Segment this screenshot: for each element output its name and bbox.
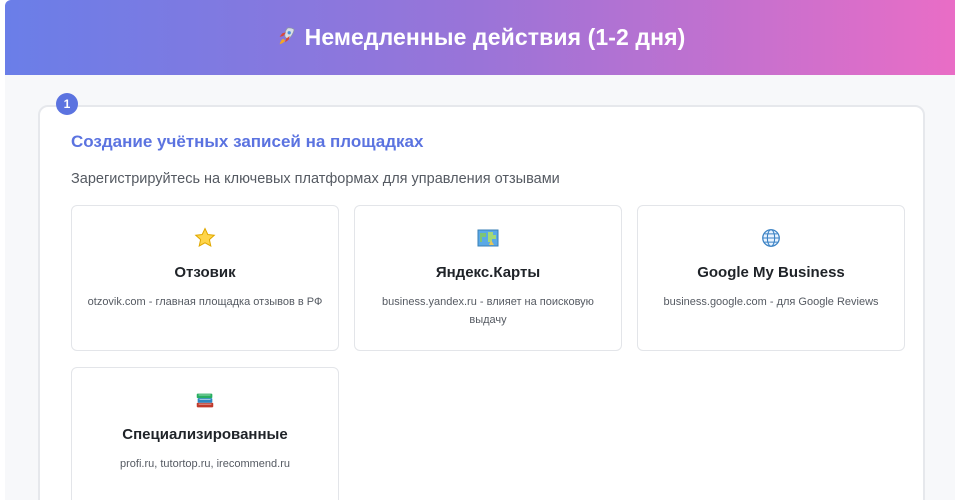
platform-description: business.google.com - для Google Reviews — [663, 296, 879, 308]
platform-description: otzovik.com - главная площадка отзывов в… — [87, 296, 323, 308]
step-number-badge: 1 — [56, 93, 78, 115]
section-header: Немедленные действия (1-2 дня) — [5, 0, 955, 75]
platform-card-otzovik[interactable]: Отзовик otzovik.com - главная площадка о… — [71, 205, 339, 351]
section-header-title: Немедленные действия (1-2 дня) — [304, 24, 686, 50]
star-icon — [72, 226, 338, 250]
platform-name: Специализированные — [122, 426, 288, 443]
platform-card-specialized[interactable]: Специализированные profi.ru, tutortop.ru… — [71, 367, 339, 500]
platform-description: business.yandex.ru - влияет на поисковую… — [382, 296, 594, 326]
platform-name: Google My Business — [697, 264, 845, 281]
rocket-icon — [275, 25, 297, 51]
step-title: Создание учётных записей на площадках — [71, 132, 424, 151]
platform-name: Яндекс.Карты — [435, 264, 541, 281]
books-icon — [72, 388, 338, 412]
map-icon — [355, 226, 621, 250]
page: Немедленные действия (1-2 дня) 1 Создани… — [0, 0, 955, 500]
section-header-title-wrap: Немедленные действия (1-2 дня) — [275, 24, 686, 51]
platform-description: profi.ru, tutortop.ru, irecommend.ru — [120, 458, 290, 470]
platform-card-google-my-business[interactable]: Google My Business business.google.com -… — [637, 205, 905, 351]
globe-icon — [638, 226, 904, 250]
step-description: Зарегистрируйтесь на ключевых платформах… — [71, 171, 560, 187]
platform-name: Отзовик — [174, 264, 236, 281]
platform-card-yandex-maps[interactable]: Яндекс.Карты business.yandex.ru - влияет… — [354, 205, 622, 351]
